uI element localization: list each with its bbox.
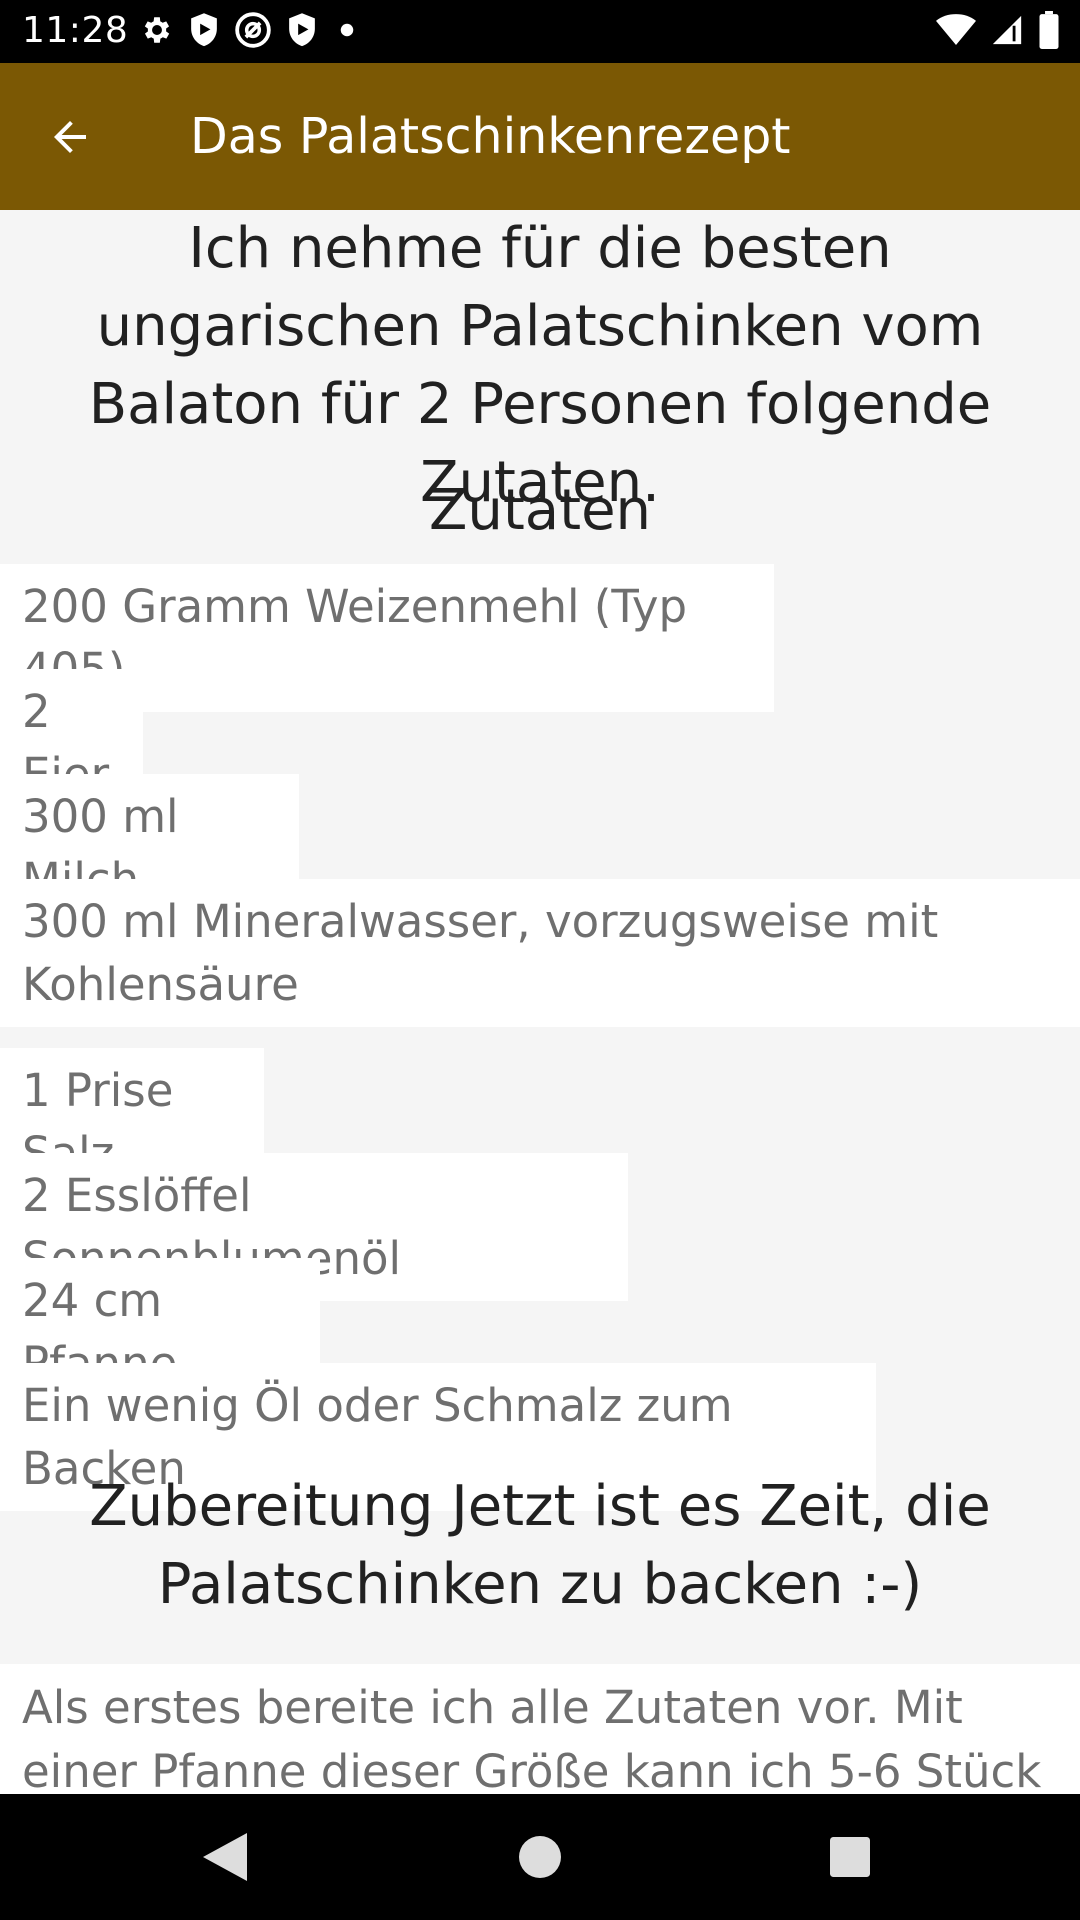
arrow-left-icon	[54, 121, 86, 153]
nav-recents-button[interactable]	[815, 1822, 885, 1892]
recents-square-icon	[830, 1837, 870, 1877]
vpn-icon	[234, 11, 272, 53]
status-time: 11:28	[22, 10, 129, 51]
notification-dot-icon	[332, 15, 362, 49]
nav-home-button[interactable]	[505, 1822, 575, 1892]
battery-icon	[1038, 11, 1060, 53]
preparation-heading: Zubereitung Jetzt ist es Zeit, die Palat…	[89, 1474, 991, 1617]
page-title: Das Palatschinkenrezept	[190, 108, 791, 165]
status-right-icons	[936, 11, 1060, 53]
navigation-bar	[0, 1794, 1080, 1920]
ingredient-item: 300 ml Mineralwasser, vorzugsweise mit K…	[0, 879, 1080, 1027]
back-button[interactable]	[40, 107, 100, 167]
status-left-icons	[140, 12, 362, 52]
settings-icon	[140, 13, 174, 51]
nav-back-button[interactable]	[190, 1822, 260, 1892]
ingredients-heading: Zutaten	[428, 478, 652, 543]
shield-icon	[286, 12, 318, 52]
app-bar: Das Palatschinkenrezept	[0, 63, 1080, 210]
recipe-content[interactable]: Ich nehme für die besten ungarischen Pal…	[0, 210, 1080, 1794]
shield-icon	[188, 12, 220, 52]
back-triangle-icon	[203, 1833, 247, 1881]
cellular-signal-icon	[990, 13, 1024, 51]
status-bar: 11:28	[0, 0, 1080, 63]
wifi-icon	[936, 13, 976, 51]
screen: 11:28 Das Palatschinkenrezept Ich nehme …	[0, 0, 1080, 1920]
home-circle-icon	[519, 1836, 561, 1878]
preparation-step: Als erstes bereite ich alle Zutaten vor.…	[0, 1664, 1080, 1794]
